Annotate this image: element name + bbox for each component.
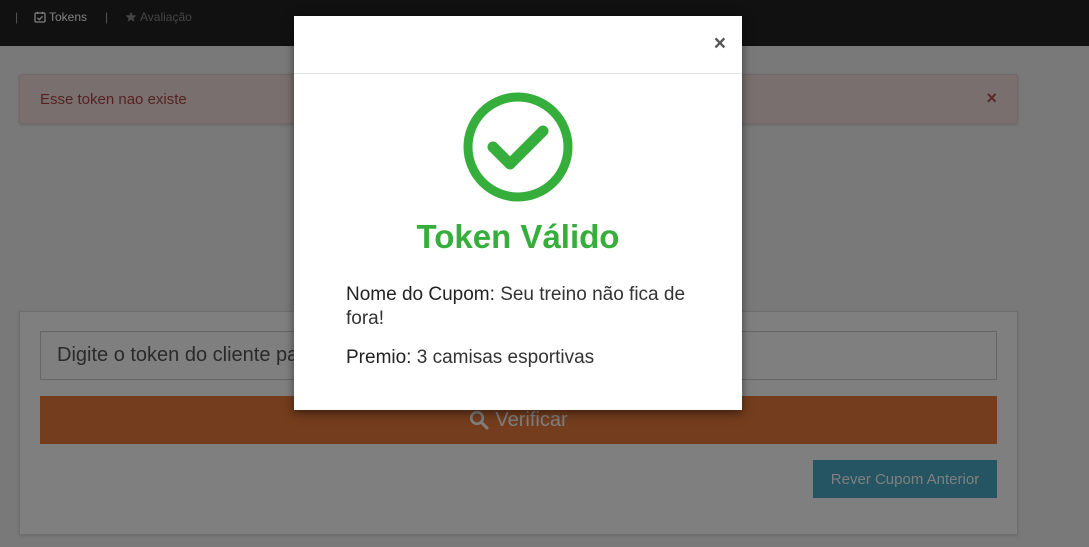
- prize-label: Premio:: [346, 347, 412, 368]
- token-result-modal: × Token Válido Nome do Cupom: Seu treino…: [294, 16, 742, 410]
- prize-value: 3 camisas esportivas: [416, 347, 595, 368]
- modal-close-icon[interactable]: ×: [714, 33, 726, 54]
- modal-header: ×: [294, 16, 742, 74]
- coupon-name-label: Nome do Cupom:: [346, 284, 495, 305]
- modal-title: Token Válido: [416, 218, 620, 255]
- prize-field: Premio: 3 camisas esportivas: [346, 346, 691, 370]
- check-circle-icon: [463, 92, 573, 202]
- coupon-name-field: Nome do Cupom: Seu treino não fica de fo…: [346, 283, 691, 331]
